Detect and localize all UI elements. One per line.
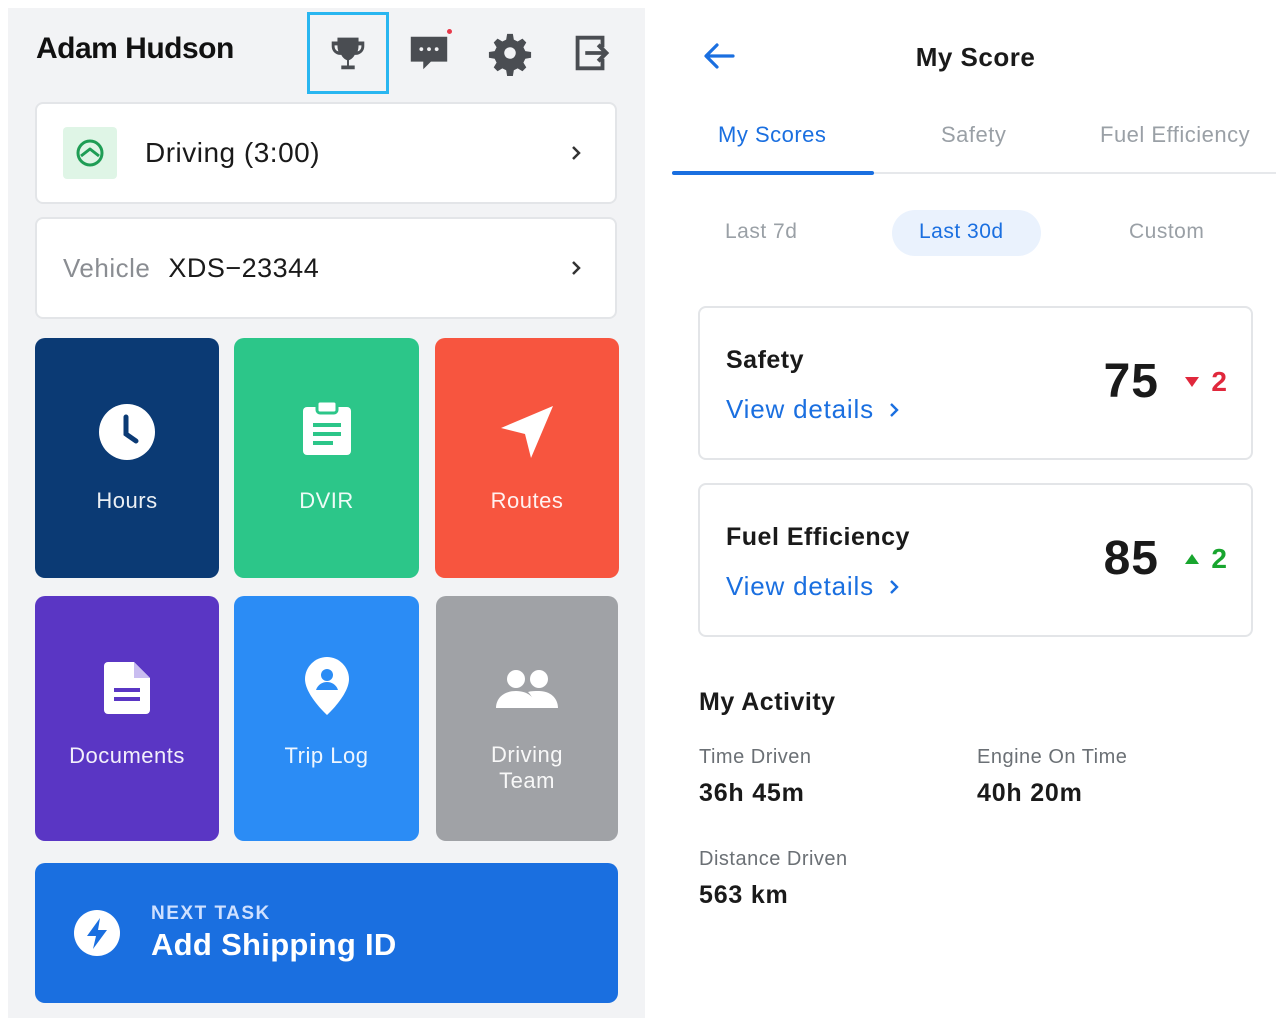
page-title: My Score [915,42,1036,72]
trophy-button[interactable] [307,12,389,94]
triangle-up-icon [1185,554,1200,564]
driving-status-label: Driving (3:00) [145,137,321,168]
trip-log-label: Trip Log [284,743,369,768]
dvir-tile[interactable]: DVIR [234,338,419,578]
safety-delta-value: 2 [1211,366,1227,397]
logout-icon [575,35,610,71]
vehicle-label: Vehicle [63,252,151,283]
engine-on-time-value: 40h 20m [977,779,1083,807]
safety-view-details-label: View details [726,394,874,424]
driver-home-panel: Adam Hudson Driving (3:00) Vehicle XDS−2… [8,8,645,1018]
lightning-icon [74,910,120,956]
safety-score-value: 75 [1103,355,1159,408]
fuel-score-value: 85 [1103,532,1159,585]
fuel-score-title: Fuel Efficiency [726,523,910,551]
chevron-right-icon [890,579,899,594]
range-last-7d[interactable]: Last 7d [725,220,797,244]
driving-team-label-line2: Team [499,768,555,793]
safety-score-delta: 2 [1185,366,1227,398]
range-last-30d[interactable]: Last 30d [919,220,1004,244]
messages-icon [410,36,448,70]
triangle-down-icon [1185,377,1200,387]
settings-button[interactable] [469,12,551,94]
safety-view-details-link[interactable]: View details [726,394,900,425]
driving-team-label-line1: Driving [491,742,563,767]
vehicle-row[interactable]: Vehicle XDS−23344 [35,217,617,319]
clipboard-icon [297,398,357,458]
navigation-arrow-icon [497,402,557,462]
distance-driven-label: Distance Driven [699,848,848,870]
driving-team-tile[interactable]: Driving Team [436,596,618,841]
next-task-kicker: NEXT TASK [151,903,271,924]
driving-status-badge [63,127,117,179]
trip-log-tile[interactable]: Trip Log [234,596,419,841]
next-task-title: Add Shipping ID [151,927,397,962]
chevron-right-icon [890,402,899,417]
tab-my-scores[interactable]: My Scores [718,122,826,148]
vehicle-value: XDS−23344 [168,252,320,283]
range-custom[interactable]: Custom [1129,220,1204,244]
time-driven-label: Time Driven [699,746,812,768]
screen: Adam Hudson Driving (3:00) Vehicle XDS−2… [0,0,1276,1018]
driving-status-row[interactable]: Driving (3:00) [35,102,617,204]
fuel-score-delta: 2 [1185,543,1227,575]
chevron-right-icon [572,261,581,275]
tab-fuel-efficiency[interactable]: Fuel Efficiency [1100,122,1250,148]
gear-icon [488,33,532,76]
trophy-icon [331,37,365,70]
notification-dot [445,27,454,36]
user-name: Adam Hudson [36,32,234,65]
active-tab-indicator [672,171,874,175]
dvir-label: DVIR [299,488,354,513]
routes-label: Routes [490,488,564,513]
chevron-right-icon [572,146,581,160]
documents-tile[interactable]: Documents [35,596,219,841]
logout-button[interactable] [550,12,632,94]
next-task-card[interactable]: NEXT TASK Add Shipping ID [35,863,618,1003]
fuel-score-card: Fuel Efficiency View details 85 2 [698,483,1253,637]
fuel-delta-value: 2 [1211,543,1227,574]
engine-on-time-label: Engine On Time [977,746,1128,768]
time-driven-value: 36h 45m [699,779,805,807]
location-pin-icon [297,656,357,716]
distance-driven-value: 563 km [699,881,789,909]
tab-safety[interactable]: Safety [941,122,1006,148]
routes-tile[interactable]: Routes [435,338,619,578]
fuel-view-details-label: View details [726,571,874,601]
my-score-panel: My Score My Scores Safety Fuel Efficienc… [645,0,1276,1018]
activity-title: My Activity [699,688,836,716]
clock-icon [97,402,157,462]
document-icon [97,658,157,718]
steering-wheel-icon [76,139,104,167]
hours-label: Hours [96,488,158,513]
fuel-view-details-link[interactable]: View details [726,571,900,602]
safety-score-title: Safety [726,346,805,374]
safety-score-card: Safety View details 75 2 [698,306,1253,460]
hours-tile[interactable]: Hours [35,338,219,578]
people-icon [493,660,561,720]
documents-label: Documents [69,743,185,768]
messages-button[interactable] [388,12,470,94]
